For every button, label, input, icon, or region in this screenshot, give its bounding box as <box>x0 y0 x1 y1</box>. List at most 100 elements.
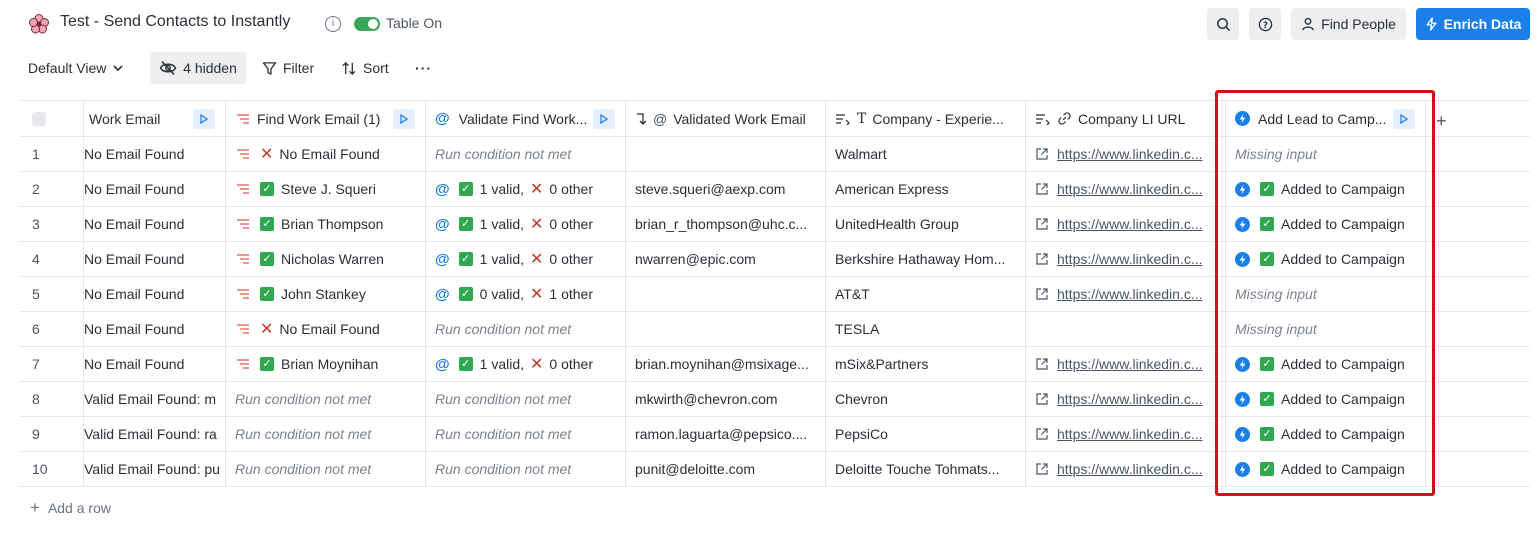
cell-validated-email[interactable] <box>626 312 826 346</box>
cell-find-work-email[interactable]: Run condition not met <box>226 417 426 451</box>
cell-find-work-email[interactable]: ✓ Steve J. Squeri <box>226 172 426 206</box>
cell-company-li-url[interactable]: https://www.linkedin.c... <box>1026 207 1226 241</box>
cell-work-email[interactable]: No Email Found <box>83 242 226 276</box>
cell-company[interactable]: Chevron <box>826 382 1026 416</box>
add-row-button[interactable]: + Add a row <box>30 498 111 518</box>
cell-add-lead[interactable]: ✓ Added to Campaign <box>1226 172 1426 206</box>
cell-validated-email[interactable]: brian.moynihan@msixage... <box>626 347 826 381</box>
cell-company[interactable]: Berkshire Hathaway Hom... <box>826 242 1026 276</box>
cell-add-lead[interactable]: Missing input <box>1226 312 1426 346</box>
cell-validated-email[interactable] <box>626 277 826 311</box>
cell-validated-email[interactable]: punit@deloitte.com <box>626 452 826 486</box>
cell-add-lead[interactable]: Missing input <box>1226 277 1426 311</box>
cell-validate[interactable]: @ ✓ 1 valid, ✕ 0 other <box>426 242 626 276</box>
cell-validated-email[interactable] <box>626 137 826 171</box>
company-link[interactable]: https://www.linkedin.c... <box>1057 461 1203 477</box>
more-options-button[interactable]: ··· <box>415 52 432 84</box>
cell-add-lead[interactable]: ✓ Added to Campaign <box>1226 452 1426 486</box>
cell-company[interactable]: American Express <box>826 172 1026 206</box>
cell-find-work-email[interactable]: ✕ No Email Found <box>226 137 426 171</box>
cell-work-email[interactable]: No Email Found <box>83 277 226 311</box>
cell-work-email[interactable]: Valid Email Found: pu <box>83 452 226 486</box>
cell-company[interactable]: UnitedHealth Group <box>826 207 1026 241</box>
column-header-work-email[interactable]: Work Email <box>83 101 226 136</box>
cell-company[interactable]: Walmart <box>826 137 1026 171</box>
company-link[interactable]: https://www.linkedin.c... <box>1057 216 1203 232</box>
cell-company-li-url[interactable]: https://www.linkedin.c... <box>1026 277 1226 311</box>
cell-company-li-url[interactable]: https://www.linkedin.c... <box>1026 242 1226 276</box>
cell-validate[interactable]: @ ✓ 1 valid, ✕ 0 other <box>426 207 626 241</box>
select-all-cell[interactable] <box>20 101 83 136</box>
cell-find-work-email[interactable]: Run condition not met <box>226 382 426 416</box>
cell-validated-email[interactable]: ramon.laguarta@pepsico.... <box>626 417 826 451</box>
cell-validated-email[interactable]: mkwirth@chevron.com <box>626 382 826 416</box>
company-link[interactable]: https://www.linkedin.c... <box>1057 181 1203 197</box>
cell-company[interactable]: AT&T <box>826 277 1026 311</box>
cell-find-work-email[interactable]: ✕ No Email Found <box>226 312 426 346</box>
cell-validate[interactable]: Run condition not met <box>426 382 626 416</box>
cell-company[interactable]: TESLA <box>826 312 1026 346</box>
help-button[interactable]: ? <box>1249 8 1281 40</box>
column-header-find-work-email[interactable]: Find Work Email (1) <box>226 101 426 136</box>
company-link[interactable]: https://www.linkedin.c... <box>1057 356 1203 372</box>
cell-find-work-email[interactable]: ✓ Brian Thompson <box>226 207 426 241</box>
run-column-button[interactable] <box>193 109 215 129</box>
cell-company-li-url[interactable]: https://www.linkedin.c... <box>1026 417 1226 451</box>
cell-company[interactable]: mSix&Partners <box>826 347 1026 381</box>
select-all-checkbox[interactable] <box>32 111 46 126</box>
cell-validated-email[interactable]: nwarren@epic.com <box>626 242 826 276</box>
cell-company-li-url[interactable]: https://www.linkedin.c... <box>1026 452 1226 486</box>
search-button[interactable] <box>1207 8 1239 40</box>
company-link[interactable]: https://www.linkedin.c... <box>1057 146 1203 162</box>
info-icon[interactable]: i <box>325 16 341 32</box>
cell-add-lead[interactable]: ✓ Added to Campaign <box>1226 207 1426 241</box>
run-column-button[interactable] <box>1393 109 1415 129</box>
view-selector[interactable]: Default View <box>28 52 124 84</box>
cell-validate[interactable]: Run condition not met <box>426 417 626 451</box>
cell-work-email[interactable]: No Email Found <box>83 312 226 346</box>
cell-company-li-url[interactable] <box>1026 312 1226 346</box>
column-header-add-lead[interactable]: Add Lead to Camp... <box>1226 101 1426 136</box>
cell-validate[interactable]: Run condition not met <box>426 137 626 171</box>
run-column-button[interactable] <box>393 109 415 129</box>
cell-work-email[interactable]: No Email Found <box>83 137 226 171</box>
cell-work-email[interactable]: No Email Found <box>83 347 226 381</box>
enrich-data-button[interactable]: Enrich Data <box>1416 8 1530 40</box>
cell-work-email[interactable]: Valid Email Found: m <box>83 382 226 416</box>
cell-validate[interactable]: @ ✓ 0 valid, ✕ 1 other <box>426 277 626 311</box>
column-header-validate[interactable]: @ Validate Find Work... <box>426 101 626 136</box>
company-link[interactable]: https://www.linkedin.c... <box>1057 251 1203 267</box>
cell-validate[interactable]: @ ✓ 1 valid, ✕ 0 other <box>426 347 626 381</box>
cell-company[interactable]: Deloitte Touche Tohmats... <box>826 452 1026 486</box>
cell-find-work-email[interactable]: Run condition not met <box>226 452 426 486</box>
cell-add-lead[interactable]: Missing input <box>1226 137 1426 171</box>
sort-button[interactable]: Sort <box>341 52 389 84</box>
company-link[interactable]: https://www.linkedin.c... <box>1057 286 1203 302</box>
find-people-button[interactable]: Find People <box>1291 8 1406 40</box>
cell-add-lead[interactable]: ✓ Added to Campaign <box>1226 382 1426 416</box>
run-column-button[interactable] <box>593 109 615 129</box>
column-header-validated-email[interactable]: @ Validated Work Email <box>626 101 826 136</box>
cell-validate[interactable]: @ ✓ 1 valid, ✕ 0 other <box>426 172 626 206</box>
cell-add-lead[interactable]: ✓ Added to Campaign <box>1226 347 1426 381</box>
cell-company-li-url[interactable]: https://www.linkedin.c... <box>1026 382 1226 416</box>
column-header-company-li-url[interactable]: Company LI URL <box>1026 101 1226 136</box>
cell-validate[interactable]: Run condition not met <box>426 452 626 486</box>
cell-validate[interactable]: Run condition not met <box>426 312 626 346</box>
cell-add-lead[interactable]: ✓ Added to Campaign <box>1226 242 1426 276</box>
hidden-columns-button[interactable]: 4 hidden <box>150 52 246 84</box>
cell-company-li-url[interactable]: https://www.linkedin.c... <box>1026 137 1226 171</box>
cell-company-li-url[interactable]: https://www.linkedin.c... <box>1026 347 1226 381</box>
company-link[interactable]: https://www.linkedin.c... <box>1057 391 1203 407</box>
cell-find-work-email[interactable]: ✓ Brian Moynihan <box>226 347 426 381</box>
cell-find-work-email[interactable]: ✓ Nicholas Warren <box>226 242 426 276</box>
cell-find-work-email[interactable]: ✓ John Stankey <box>226 277 426 311</box>
cell-work-email[interactable]: Valid Email Found: ra <box>83 417 226 451</box>
cell-add-lead[interactable]: ✓ Added to Campaign <box>1226 417 1426 451</box>
table-toggle[interactable] <box>354 17 380 31</box>
company-link[interactable]: https://www.linkedin.c... <box>1057 426 1203 442</box>
add-column-button[interactable]: + <box>1436 111 1447 132</box>
cell-work-email[interactable]: No Email Found <box>83 207 226 241</box>
cell-validated-email[interactable]: brian_r_thompson@uhc.c... <box>626 207 826 241</box>
cell-work-email[interactable]: No Email Found <box>83 172 226 206</box>
